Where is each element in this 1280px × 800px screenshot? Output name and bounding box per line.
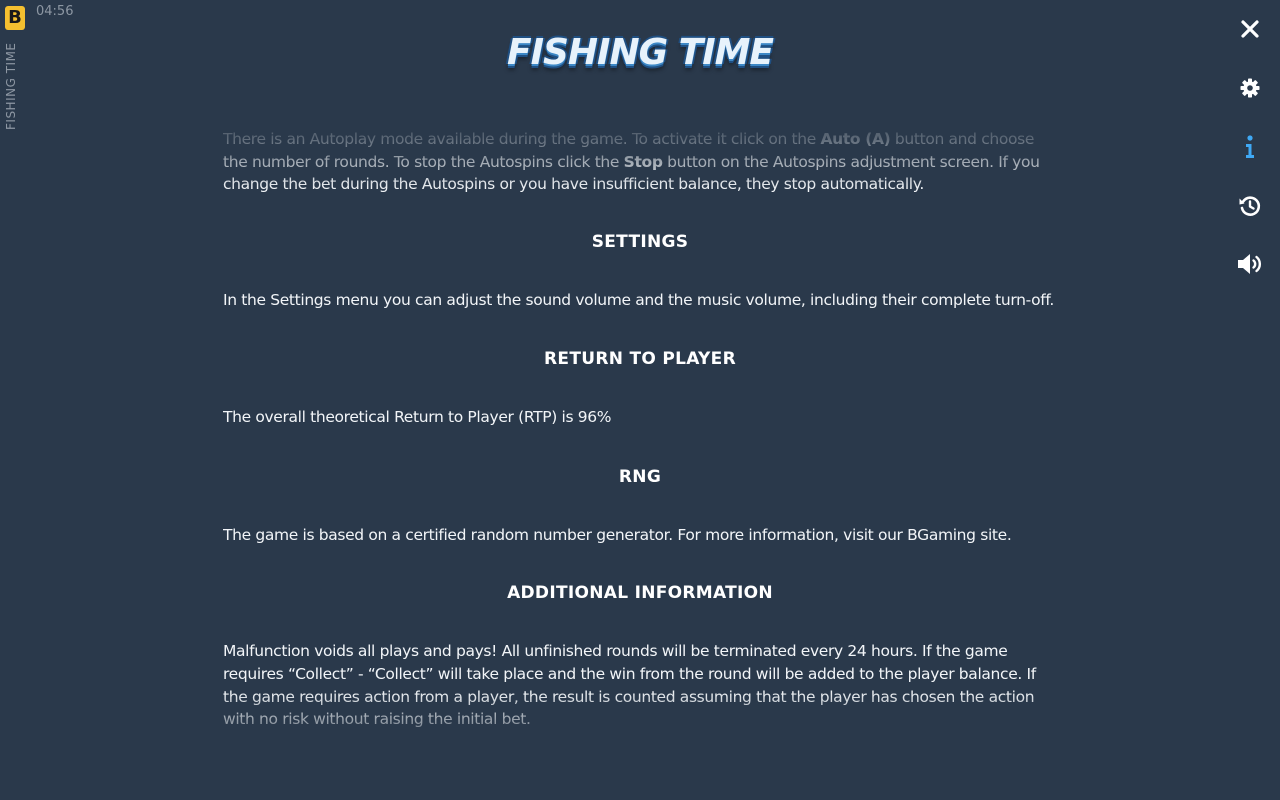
auto-button-reference: Auto (A): [820, 130, 891, 148]
game-logo-text: FISHING TIME: [507, 31, 774, 73]
close-button[interactable]: [1232, 11, 1268, 47]
brand-logo: B: [5, 6, 25, 30]
settings-button[interactable]: [1232, 70, 1268, 106]
autoplay-paragraph: There is an Autoplay mode available duri…: [223, 128, 1057, 196]
sound-button[interactable]: [1232, 246, 1268, 282]
history-icon: [1239, 196, 1261, 216]
gear-icon: [1240, 78, 1260, 98]
settings-paragraph: In the Settings menu you can adjust the …: [223, 291, 1054, 310]
info-icon: [1246, 135, 1254, 158]
settings-heading: SETTINGS: [591, 232, 689, 253]
brand-logo-letter: B: [8, 7, 22, 28]
history-button[interactable]: [1232, 188, 1268, 224]
speaker-icon: [1238, 254, 1261, 274]
clock: 04:56: [36, 4, 74, 19]
stop-button-reference: Stop: [623, 152, 663, 171]
rtp-paragraph: The overall theoretical Return to Player…: [223, 407, 612, 426]
rtp-heading: RETURN TO PLAYER: [544, 348, 736, 369]
rules-scroll-body: There is an Autoplay mode available duri…: [223, 128, 1057, 731]
autoplay-text-1: There is an Autoplay mode available duri…: [223, 130, 821, 148]
close-icon: [1241, 20, 1259, 38]
rules-screen: B 04:56 FISHING TIME FISHING TIME There …: [0, 0, 1280, 800]
side-game-title: FISHING TIME: [4, 42, 18, 130]
game-logo: FISHING TIME: [507, 28, 774, 76]
rng-heading: RNG: [618, 466, 662, 487]
rng-paragraph: The game is based on a certified random …: [223, 525, 1012, 544]
info-button[interactable]: [1232, 129, 1268, 165]
rules-content[interactable]: There is an Autoplay mode available duri…: [223, 100, 1057, 740]
additional-info-heading: ADDITIONAL INFORMATION: [507, 583, 773, 604]
additional-info-paragraph: Malfunction voids all plays and pays! Al…: [223, 642, 1036, 729]
